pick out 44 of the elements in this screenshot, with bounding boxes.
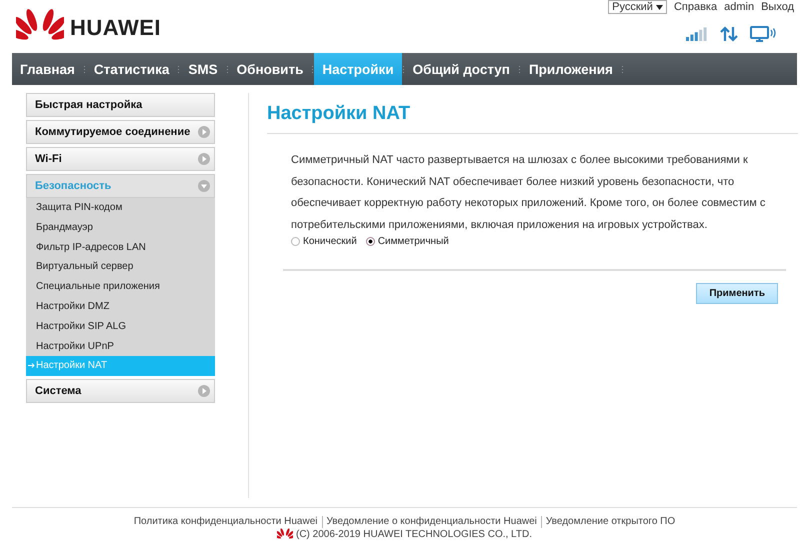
nav-tab[interactable]: Главная xyxy=(12,53,83,85)
header-link[interactable]: admin xyxy=(724,1,754,13)
radio-button[interactable] xyxy=(291,237,300,246)
logo-icon xyxy=(277,528,293,541)
footer-link[interactable]: Уведомление открытого ПО xyxy=(546,515,676,528)
signal-icon xyxy=(686,27,708,41)
chevron-right-icon xyxy=(198,385,210,398)
page-title: Настройки NAT xyxy=(267,103,798,134)
header-link[interactable]: Справка xyxy=(674,1,718,13)
nav-tab[interactable]: Обновить xyxy=(228,53,312,85)
language-dropdown[interactable]: Русский xyxy=(608,0,667,14)
radio-button[interactable] xyxy=(366,237,375,246)
data-transfer-icon xyxy=(720,26,738,42)
footer-link[interactable]: Политика конфиденциальности Huawei xyxy=(134,515,318,528)
brand-name: HUAWEI xyxy=(70,14,161,40)
sidebar-item[interactable]: Быстрая настройка xyxy=(26,93,215,117)
chevron-right-icon xyxy=(198,153,210,165)
chevron-down-icon xyxy=(198,180,210,192)
nav-tab[interactable]: Общий доступ xyxy=(404,53,518,85)
copyright-text: (C) 2006-2019 HUAWEI TECHNOLOGIES CO., LTD. xyxy=(296,528,532,541)
nav-tab[interactable]: Приложения xyxy=(520,53,621,85)
submenu-item[interactable]: Брандмауэр xyxy=(26,218,215,238)
submenu-item[interactable]: Настройки SIP ALG xyxy=(26,316,215,337)
submenu-item[interactable]: Настройки DMZ xyxy=(26,296,215,317)
arrow-right-icon xyxy=(28,363,35,368)
submenu-item[interactable]: Виртуальный сервер xyxy=(26,257,215,278)
submenu-item[interactable]: Настройки UPnP xyxy=(26,336,215,356)
header-link[interactable]: Выход xyxy=(761,1,794,13)
nav-tab[interactable]: Статистика xyxy=(86,53,178,85)
footer-link[interactable]: Уведомление о конфиденциальности Huawei xyxy=(326,515,537,528)
apply-button[interactable]: Применить xyxy=(696,283,778,304)
description-text: Симметричный NAT часто развертывается на шлюзах с более высокими требованиями к безопасности. Конический NAT обеспечивает более низкий уровень безопасности, что обеспечивает корректную работу некоторых приложений. Кроме того, он более совместим с потребительскими приложениями, включая приложения на игровых устройствах. xyxy=(291,153,766,232)
sidebar-item[interactable]: Система xyxy=(26,379,215,404)
nav-tab[interactable]: SMS xyxy=(180,53,226,85)
radio-label: Конический xyxy=(303,236,357,247)
submenu-item[interactable]: Фильтр IP-адресов LAN xyxy=(26,238,215,258)
submenu-item[interactable]: Специальные приложения xyxy=(26,277,215,297)
caret-icon xyxy=(656,4,663,10)
chevron-right-icon xyxy=(198,126,210,138)
radio-label: Симметричный xyxy=(378,236,449,247)
submenu-item[interactable]: Защита PIN-кодом xyxy=(26,198,215,218)
sidebar-item[interactable]: Wi-Fi xyxy=(26,147,215,171)
monitor-icon xyxy=(750,26,776,42)
sidebar-item[interactable]: Коммутируемое соединение xyxy=(26,120,215,144)
